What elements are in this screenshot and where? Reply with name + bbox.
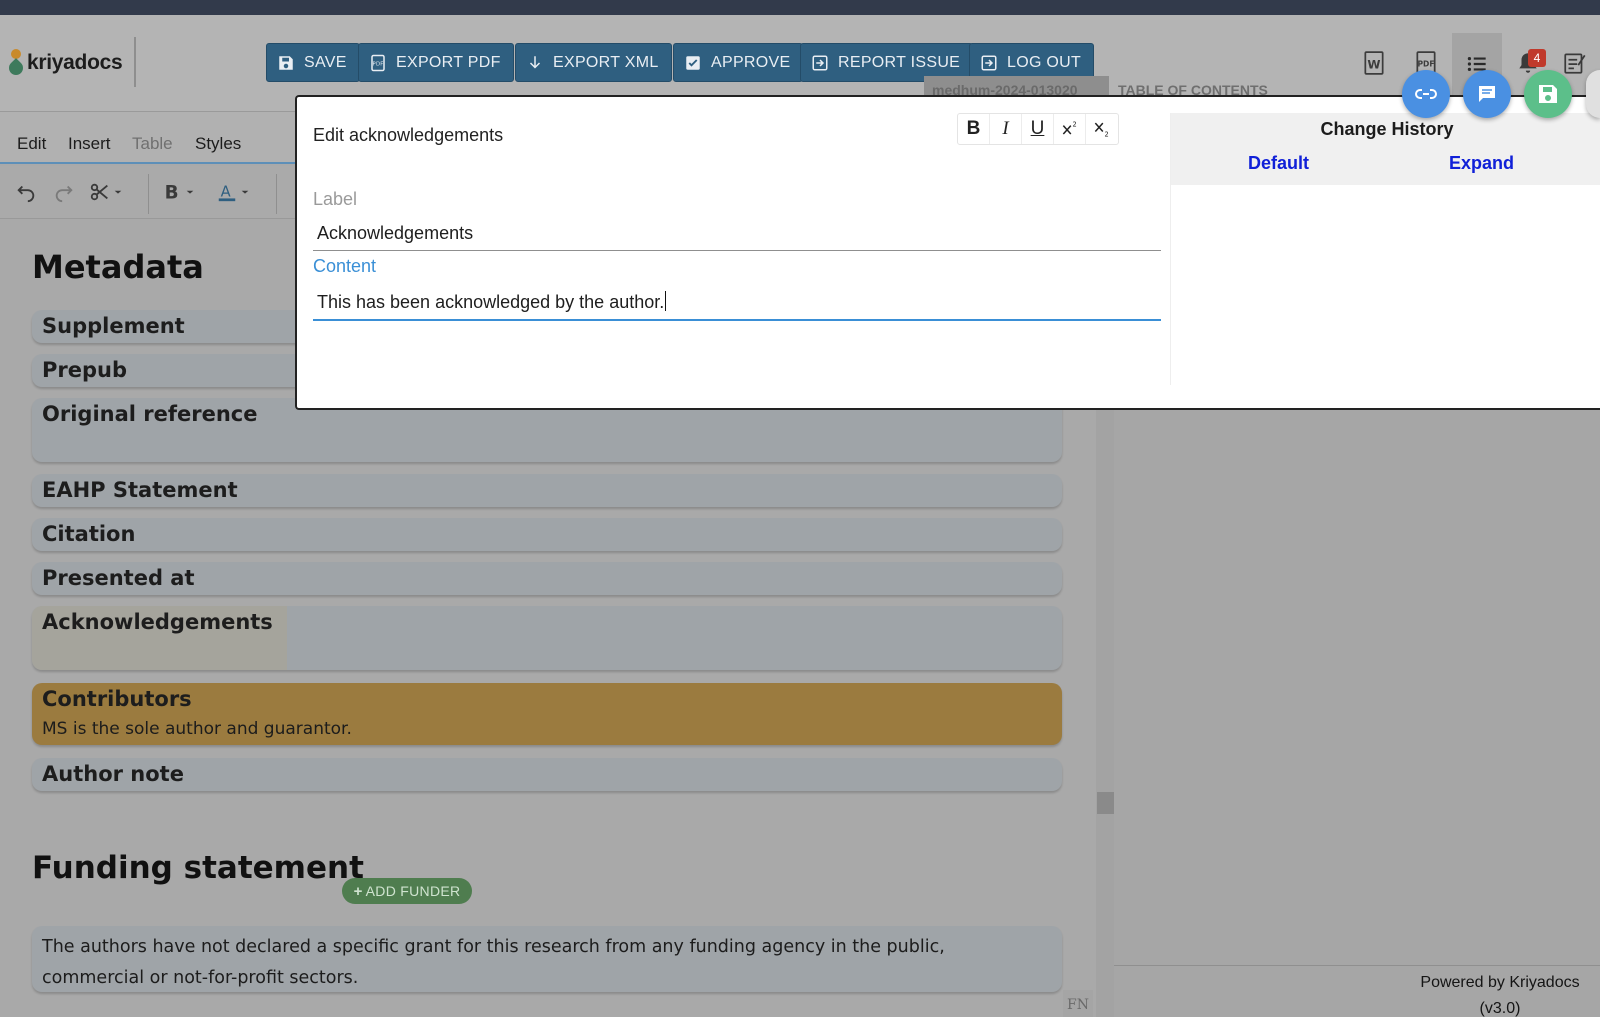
notification-count-badge: 4 [1528, 49, 1546, 67]
editor-toolbar: B A [0, 166, 300, 219]
version-text: (v3.0) [1479, 1000, 1521, 1017]
plus-icon: + [353, 882, 363, 900]
menu-insert[interactable]: Insert [68, 134, 111, 154]
pdf-file-icon: PDF [369, 54, 387, 72]
font-color-icon[interactable]: A [216, 180, 250, 204]
logo-text: kriyadocs [27, 51, 123, 74]
floppy-icon [277, 54, 295, 72]
section-label: Acknowledgements [42, 610, 273, 634]
content-field-caption: Content [313, 256, 377, 276]
default-link[interactable]: Default [1248, 153, 1309, 174]
save-button-label: SAVE [304, 53, 347, 71]
add-funder-label: ADD FUNDER [365, 883, 461, 899]
section-label: Contributors [42, 687, 192, 711]
dialog-title: Edit acknowledgements [313, 125, 504, 145]
editor-menubar: Edit Insert Table Styles [0, 112, 300, 164]
section-label: EAHP Statement [42, 478, 238, 502]
header-divider [134, 37, 136, 87]
text-caret [665, 291, 667, 311]
redo-icon[interactable] [53, 180, 75, 204]
superscript-icon[interactable]: 2 [1054, 114, 1086, 144]
citation-section[interactable]: Citation [32, 518, 1062, 551]
section-label: Supplement [42, 314, 185, 338]
metadata-heading: Metadata [32, 248, 204, 286]
label-field-input[interactable]: Acknowledgements [313, 219, 1161, 251]
app-logo[interactable]: kriyadocs [6, 49, 123, 78]
underline-glyph: U [1030, 118, 1045, 139]
change-history-title: Change History [1171, 119, 1600, 140]
section-label: Prepub [42, 358, 128, 382]
document-id-label: medhum-2024-013020 [924, 76, 1109, 96]
menu-table[interactable]: Table [132, 134, 173, 154]
svg-text:PDF: PDF [1417, 59, 1434, 68]
log-out-label: LOG OUT [1007, 53, 1082, 71]
label-field-caption: Label [313, 189, 358, 209]
export-xml-label: EXPORT XML [553, 53, 659, 71]
scissors-icon[interactable] [89, 180, 123, 204]
panel-divider [1114, 965, 1600, 966]
save-button[interactable]: SAVE [266, 43, 360, 82]
logo-mark-icon [6, 49, 26, 78]
comment-fab-icon[interactable] [1463, 70, 1511, 118]
funding-statement-text[interactable]: The authors have not declared a specific… [32, 926, 1062, 992]
table-of-contents-title: TABLE OF CONTENTS [1118, 82, 1268, 96]
change-history-title-text: Change History [1320, 119, 1454, 139]
undo-icon[interactable] [15, 180, 37, 204]
change-history-header: Change History Default Expand [1171, 113, 1600, 185]
underline-button[interactable]: U [1022, 114, 1054, 144]
document-scrollbar-thumb[interactable] [1097, 792, 1114, 814]
report-issue-label: REPORT ISSUE [838, 53, 961, 71]
bold-glyph: B [966, 118, 981, 139]
toolbar-divider [276, 174, 277, 214]
arrow-down-icon [526, 54, 544, 72]
export-pdf-button[interactable]: PDF EXPORT PDF [358, 43, 514, 82]
section-label: Presented at [42, 566, 195, 590]
acknowledgements-section[interactable]: Acknowledgements [32, 606, 1062, 670]
export-pdf-label: EXPORT PDF [396, 53, 501, 71]
funding-heading: Funding statement [32, 850, 364, 886]
logout-icon [980, 54, 998, 72]
bold-icon[interactable]: B [161, 180, 195, 204]
content-field-text: This has been acknowledged by the author… [317, 292, 665, 312]
svg-text:2: 2 [1105, 131, 1109, 139]
svg-text:A: A [221, 184, 231, 201]
menu-styles[interactable]: Styles [195, 134, 241, 154]
export-xml-button[interactable]: EXPORT XML [515, 43, 672, 82]
footnote-marker[interactable]: FN [1063, 990, 1093, 1017]
change-history-panel: Change History Default Expand [1170, 113, 1600, 385]
contributors-text: MS is the sole author and guarantor. [42, 719, 352, 739]
report-icon [811, 54, 829, 72]
more-fab-icon[interactable] [1586, 70, 1600, 118]
save-fab-icon[interactable] [1524, 70, 1572, 118]
subscript-icon[interactable]: 2 [1086, 114, 1118, 144]
format-toolbar: B I U 2 2 [957, 113, 1119, 145]
italic-button[interactable]: I [990, 114, 1022, 144]
link-fab-icon[interactable] [1402, 70, 1450, 118]
bold-button[interactable]: B [958, 114, 990, 144]
presented-at-section[interactable]: Presented at [32, 562, 1062, 595]
italic-glyph: I [1002, 118, 1009, 139]
eahp-statement-section[interactable]: EAHP Statement [32, 474, 1062, 507]
author-note-section[interactable]: Author note [32, 758, 1062, 791]
powered-by-footer: Powered by Kriyadocs (v3.0) [1400, 970, 1600, 1017]
approve-label: APPROVE [711, 53, 791, 71]
svg-text:B: B [165, 182, 179, 203]
powered-by-text: Powered by Kriyadocs [1420, 974, 1580, 991]
svg-text:2: 2 [1072, 121, 1076, 129]
checkbox-icon [684, 54, 702, 72]
approve-button[interactable]: APPROVE [673, 43, 804, 82]
expand-link[interactable]: Expand [1449, 153, 1514, 174]
toolbar-divider [148, 174, 149, 214]
menu-edit[interactable]: Edit [17, 134, 46, 154]
content-field-input[interactable]: This has been acknowledged by the author… [313, 287, 1161, 321]
edit-acknowledgements-dialog: Edit acknowledgements B I U 2 2 Label Ac… [295, 95, 1600, 410]
svg-text:W: W [1367, 57, 1380, 71]
section-label: Original reference [42, 402, 258, 426]
contributors-section[interactable]: Contributors MS is the sole author and g… [32, 683, 1062, 745]
svg-text:PDF: PDF [373, 61, 384, 67]
add-funder-button[interactable]: + ADD FUNDER [342, 878, 472, 904]
section-label: Citation [42, 522, 136, 546]
section-label: Author note [42, 762, 184, 786]
window-top-strip [0, 0, 1600, 15]
